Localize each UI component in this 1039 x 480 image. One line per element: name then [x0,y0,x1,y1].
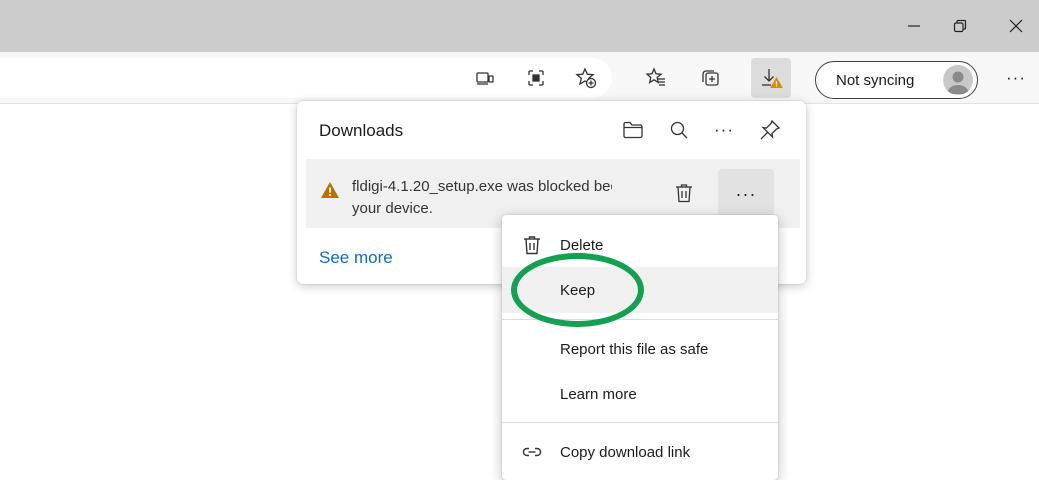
close-icon [1009,19,1023,33]
pin-panel-button[interactable] [753,113,787,147]
open-folder-button[interactable] [616,113,650,147]
add-favorite-icon [575,67,597,89]
ellipsis-icon: ··· [714,120,734,139]
favorites-icon [645,67,665,86]
menu-separator [502,422,778,423]
collections-button[interactable] [690,58,730,98]
see-more-link[interactable]: See more [319,248,393,268]
menu-item-learn-more[interactable]: Learn more [502,371,778,417]
profile-button[interactable]: Not syncing [815,61,978,99]
download-item-more-button[interactable]: ··· [718,169,774,219]
restore-icon [953,19,967,33]
search-icon [670,121,688,139]
restore-button[interactable] [937,0,983,52]
close-button[interactable] [993,0,1039,52]
add-favorite-button[interactable] [566,58,606,98]
trash-icon [520,233,544,257]
avatar [943,65,973,95]
minimize-icon [908,25,920,27]
browser-toolbar: Not syncing ··· [0,52,1039,104]
link-icon [520,440,544,464]
title-bar [0,0,1039,52]
ellipsis-icon: ··· [735,183,757,204]
menu-item-report-safe[interactable]: Report this file as safe [502,326,778,372]
immersive-reader-icon [476,72,494,85]
menu-item-copy-link[interactable]: Copy download link [502,429,778,475]
downloads-button[interactable] [751,58,791,98]
collections-icon [702,70,719,86]
downloads-warning-icon [762,69,783,88]
minimize-button[interactable] [891,0,937,52]
apps-icon [528,70,544,86]
apps-button[interactable] [516,58,556,98]
search-downloads-button[interactable] [662,113,696,147]
folder-icon [623,121,643,139]
download-item-message: fldigi-4.1.20_setup.exe was blocked bec … [352,176,612,220]
menu-item-label: Copy download link [560,443,691,461]
downloads-title: Downloads [319,121,404,140]
menu-item-label: Delete [560,236,604,254]
annotation-ring [511,253,644,327]
delete-download-button[interactable] [666,175,702,211]
menu-item-label: Learn more [560,385,637,403]
warning-icon [321,182,339,198]
favorites-button[interactable] [636,58,676,98]
download-item-line1: fldigi-4.1.20_setup.exe was blocked bec [352,178,612,195]
ellipsis-icon: ··· [1006,68,1026,87]
trash-icon [676,184,692,203]
downloads-options-button[interactable]: ··· [707,113,741,147]
immersive-reader-button[interactable] [465,58,505,98]
download-context-menu: Delete Keep Report this file as safe Lea… [502,215,778,480]
profile-status-label: Not syncing [836,71,915,89]
settings-more-button[interactable]: ··· [996,58,1036,98]
menu-item-label: Report this file as safe [560,340,709,358]
pin-icon [760,119,781,140]
